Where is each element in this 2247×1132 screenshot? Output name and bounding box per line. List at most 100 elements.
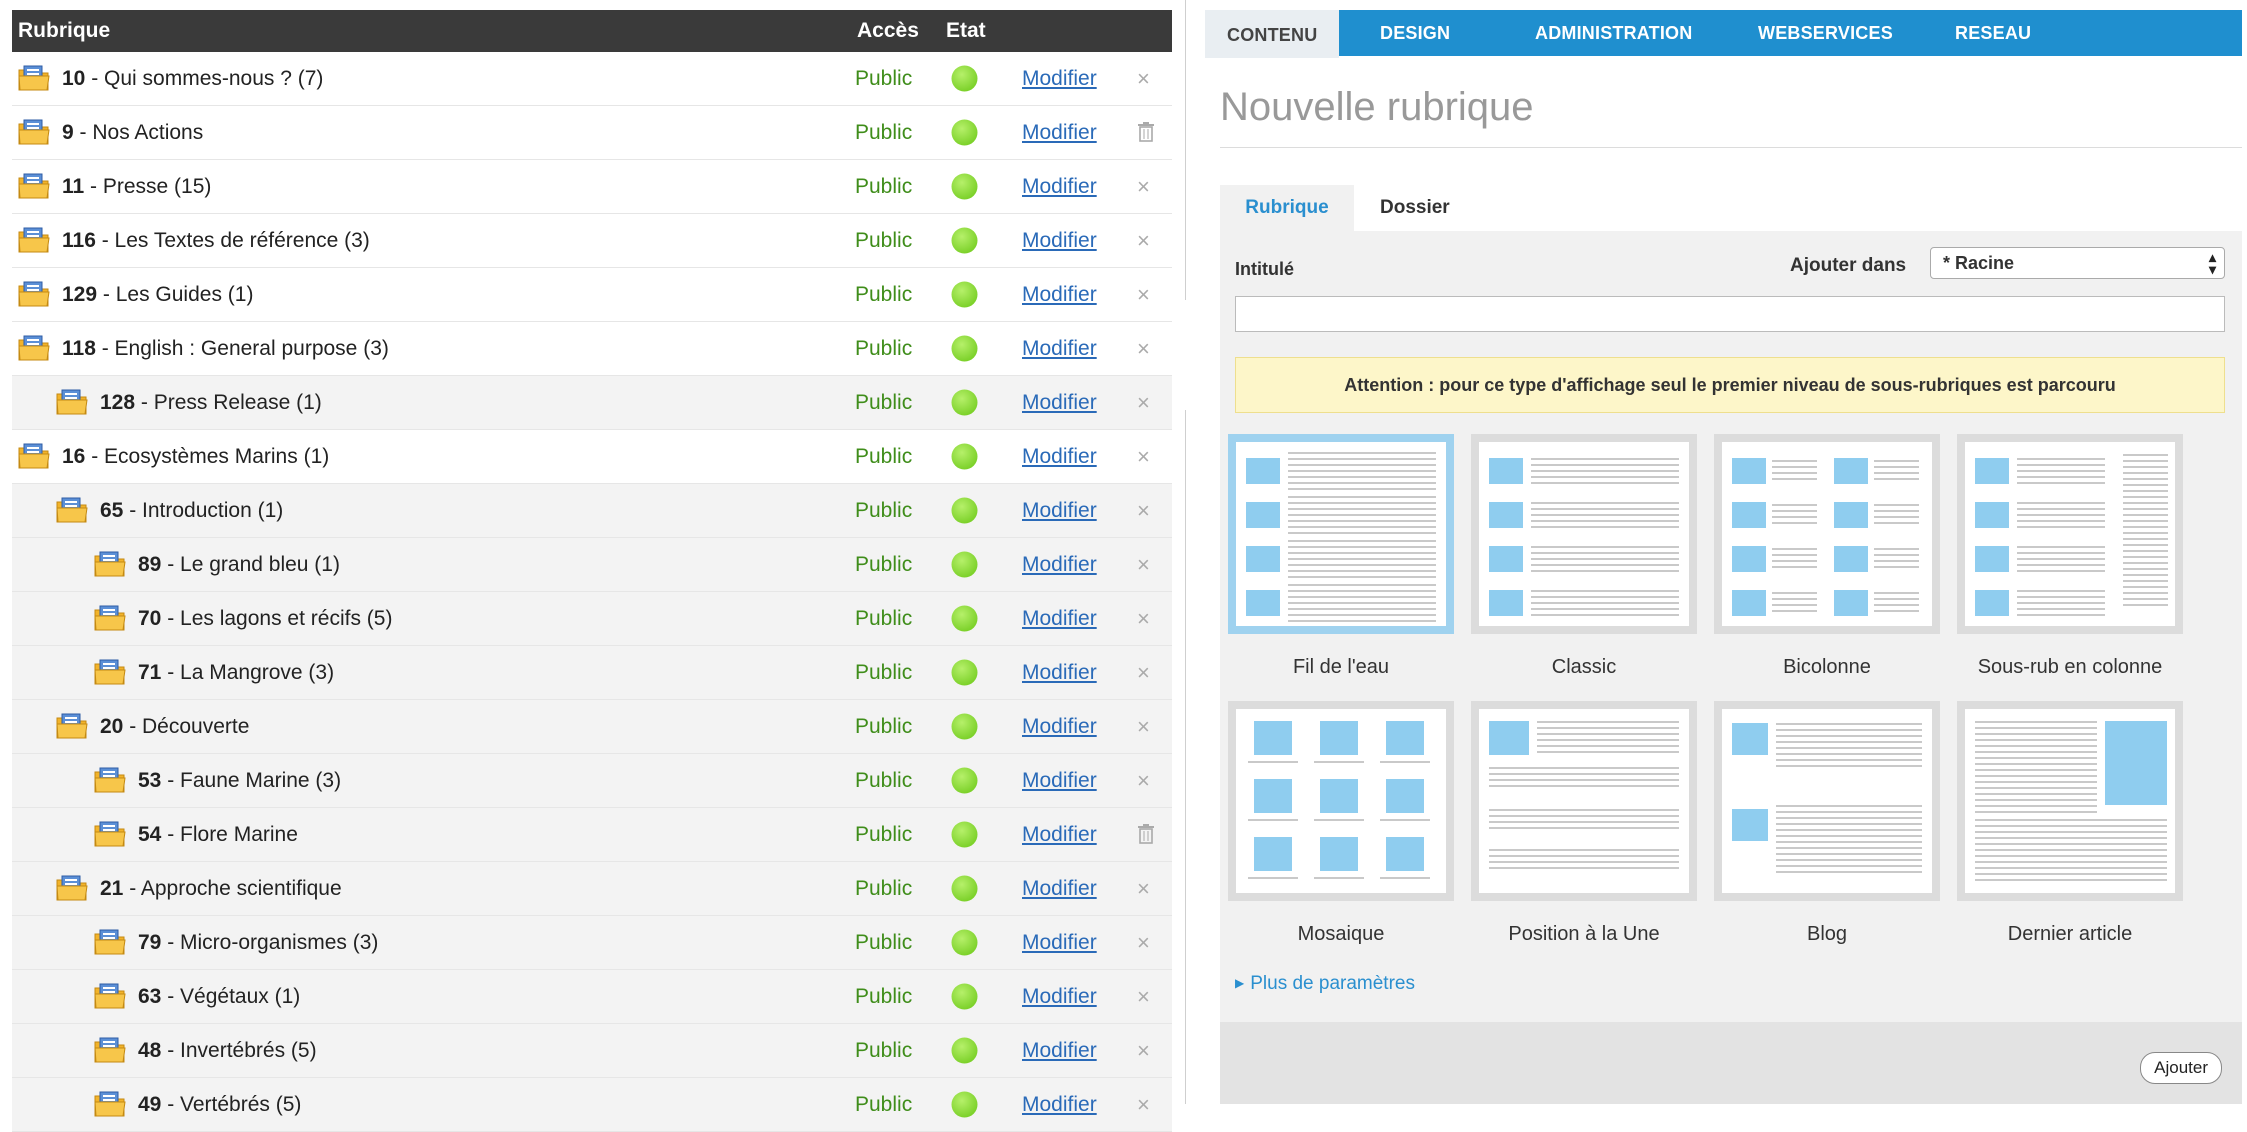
- access-value: Public: [855, 391, 913, 414]
- subtab-dossier[interactable]: Dossier: [1380, 185, 1450, 231]
- delete-icon[interactable]: ×: [1137, 714, 1150, 740]
- template-bicolonne[interactable]: [1714, 434, 1940, 634]
- delete-icon[interactable]: ×: [1137, 660, 1150, 686]
- template-classic[interactable]: [1471, 434, 1697, 634]
- rubric-id: 48: [138, 1039, 162, 1062]
- modifier-link[interactable]: Modifier: [1022, 823, 1097, 847]
- modifier-link[interactable]: Modifier: [1022, 391, 1097, 415]
- delete-icon[interactable]: ×: [1137, 228, 1150, 254]
- rubric-name: - Faune Marine (3): [161, 769, 342, 792]
- main-nav: CONTENU DESIGN ADMINISTRATION WEBSERVICE…: [1205, 10, 2242, 58]
- template-dernier-article[interactable]: [1957, 701, 2183, 901]
- access-value: Public: [855, 1039, 913, 1062]
- modifier-link[interactable]: Modifier: [1022, 175, 1097, 199]
- delete-icon[interactable]: ×: [1137, 282, 1150, 308]
- delete-icon[interactable]: ×: [1137, 174, 1150, 200]
- warning-message: Attention : pour ce type d'affichage seu…: [1235, 357, 2225, 413]
- modifier-link[interactable]: Modifier: [1022, 499, 1097, 523]
- delete-icon[interactable]: ×: [1137, 768, 1150, 794]
- delete-icon[interactable]: ×: [1137, 498, 1150, 524]
- folder-icon: [94, 820, 126, 848]
- access-value: Public: [855, 553, 913, 576]
- access-value: Public: [855, 931, 913, 954]
- more-params-link[interactable]: ▶ Plus de paramètres: [1235, 973, 1415, 995]
- modifier-link[interactable]: Modifier: [1022, 769, 1097, 793]
- table-row: 10 - Qui sommes-nous ? (7) Public Modifier…: [12, 52, 1172, 106]
- rubric-label: 89 - Le grand bleu (1): [138, 553, 340, 577]
- modifier-link[interactable]: Modifier: [1022, 67, 1097, 91]
- template-fil-de-leau[interactable]: [1228, 434, 1454, 634]
- status-dot-icon: [949, 927, 980, 958]
- rubric-label: 65 - Introduction (1): [100, 499, 283, 523]
- access-value: Public: [855, 67, 913, 90]
- modifier-link[interactable]: Modifier: [1022, 553, 1097, 577]
- rubric-name: - Végétaux (1): [161, 985, 301, 1008]
- rubric-rows: 10 - Qui sommes-nous ? (7) Public Modifier…: [12, 52, 1172, 1132]
- modifier-link[interactable]: Modifier: [1022, 985, 1097, 1009]
- rubric-label: 54 - Flore Marine: [138, 823, 298, 847]
- tab-contenu[interactable]: CONTENU: [1205, 10, 1340, 58]
- modifier-link[interactable]: Modifier: [1022, 283, 1097, 307]
- modifier-link[interactable]: Modifier: [1022, 121, 1097, 145]
- delete-icon[interactable]: ×: [1137, 1038, 1150, 1064]
- access-value: Public: [855, 985, 913, 1008]
- status-dot-icon: [949, 873, 980, 904]
- template-position-a-la-une[interactable]: [1471, 701, 1697, 901]
- tab-administration[interactable]: ADMINISTRATION: [1535, 10, 1692, 56]
- tab-webservices[interactable]: WEBSERVICES: [1758, 10, 1893, 56]
- modifier-link[interactable]: Modifier: [1022, 931, 1097, 955]
- delete-icon[interactable]: ×: [1137, 930, 1150, 956]
- delete-icon[interactable]: ×: [1137, 66, 1150, 92]
- rubric-label: 49 - Vertébrés (5): [138, 1093, 301, 1117]
- modifier-link[interactable]: Modifier: [1022, 337, 1097, 361]
- layout-thumbnail-icon: [1236, 442, 1446, 626]
- ajouter-button[interactable]: Ajouter: [2140, 1052, 2222, 1084]
- trash-icon[interactable]: [1138, 824, 1154, 844]
- tab-design[interactable]: DESIGN: [1380, 10, 1450, 56]
- rubric-id: 129: [62, 283, 98, 306]
- modifier-link[interactable]: Modifier: [1022, 445, 1097, 469]
- page-title: Nouvelle rubrique: [1220, 85, 1534, 129]
- access-value: Public: [855, 175, 913, 198]
- folder-icon: [18, 334, 50, 362]
- rubric-name: - Vertébrés (5): [161, 1093, 302, 1116]
- modifier-link[interactable]: Modifier: [1022, 661, 1097, 685]
- table-row: 20 - Découverte Public Modifier ×: [12, 700, 1172, 754]
- trash-icon[interactable]: [1138, 122, 1154, 142]
- delete-icon[interactable]: ×: [1137, 336, 1150, 362]
- rubric-label: 129 - Les Guides (1): [62, 283, 253, 307]
- delete-icon[interactable]: ×: [1137, 552, 1150, 578]
- access-value: Public: [855, 229, 913, 252]
- status-dot-icon: [949, 117, 980, 148]
- delete-icon[interactable]: ×: [1137, 876, 1150, 902]
- access-value: Public: [855, 607, 913, 630]
- template-label: Sous-rub en colonne: [1977, 656, 2163, 678]
- modifier-link[interactable]: Modifier: [1022, 1039, 1097, 1063]
- delete-icon[interactable]: ×: [1137, 1092, 1150, 1118]
- status-dot-icon: [949, 279, 980, 310]
- modifier-link[interactable]: Modifier: [1022, 877, 1097, 901]
- rubric-label: 9 - Nos Actions: [62, 121, 203, 145]
- new-rubric-panel: CONTENU DESIGN ADMINISTRATION WEBSERVICE…: [1185, 0, 2247, 1104]
- delete-icon[interactable]: ×: [1137, 606, 1150, 632]
- modifier-link[interactable]: Modifier: [1022, 607, 1097, 631]
- more-params-label: Plus de paramètres: [1250, 973, 1415, 994]
- table-row: 71 - La Mangrove (3) Public Modifier ×: [12, 646, 1172, 700]
- layout-thumbnail-icon: [1479, 709, 1689, 893]
- modifier-link[interactable]: Modifier: [1022, 715, 1097, 739]
- tab-reseau[interactable]: RESEAU: [1955, 10, 2031, 56]
- access-value: Public: [855, 121, 913, 144]
- rubric-id: 54: [138, 823, 162, 846]
- delete-icon[interactable]: ×: [1137, 444, 1150, 470]
- template-blog[interactable]: [1714, 701, 1940, 901]
- delete-icon[interactable]: ×: [1137, 984, 1150, 1010]
- intitule-input[interactable]: [1235, 296, 2225, 332]
- modifier-link[interactable]: Modifier: [1022, 229, 1097, 253]
- parent-select[interactable]: * Racine ▴ ▾: [1930, 247, 2225, 279]
- modifier-link[interactable]: Modifier: [1022, 1093, 1097, 1117]
- subtab-rubrique[interactable]: Rubrique: [1220, 185, 1354, 231]
- delete-icon[interactable]: ×: [1137, 390, 1150, 416]
- template-sous-rub-en-colonne[interactable]: [1957, 434, 2183, 634]
- template-mosaique[interactable]: [1228, 701, 1454, 901]
- table-row: 79 - Micro-organismes (3) Public Modifier ×: [12, 916, 1172, 970]
